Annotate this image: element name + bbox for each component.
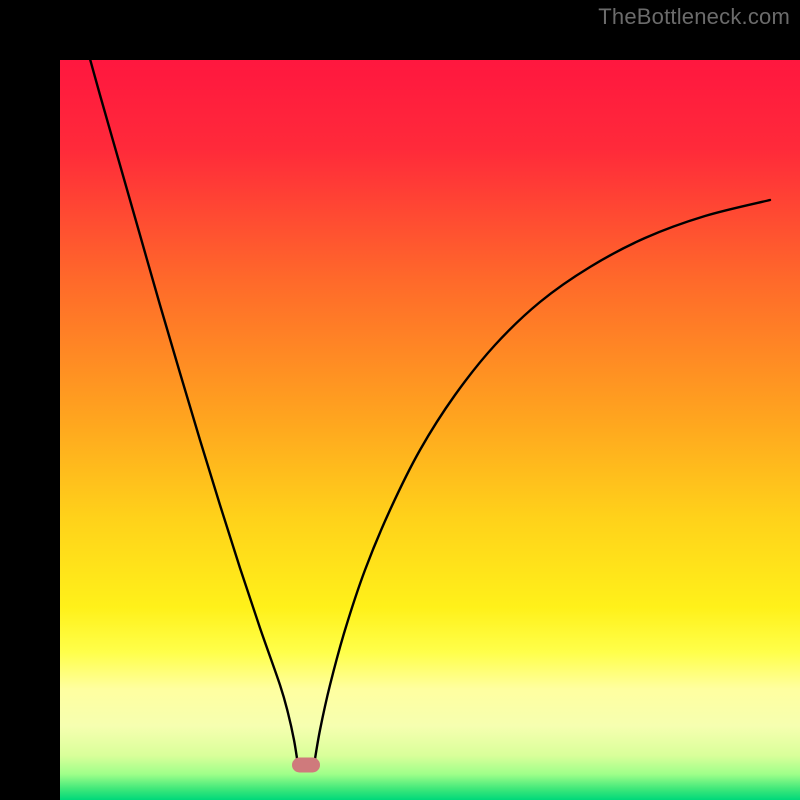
watermark-text: TheBottleneck.com — [598, 4, 790, 30]
chart-frame — [30, 30, 770, 770]
curve-left-branch — [82, 30, 298, 765]
curve-right-branch — [314, 200, 770, 765]
bottleneck-marker — [292, 758, 320, 773]
curve-layer — [30, 30, 770, 770]
